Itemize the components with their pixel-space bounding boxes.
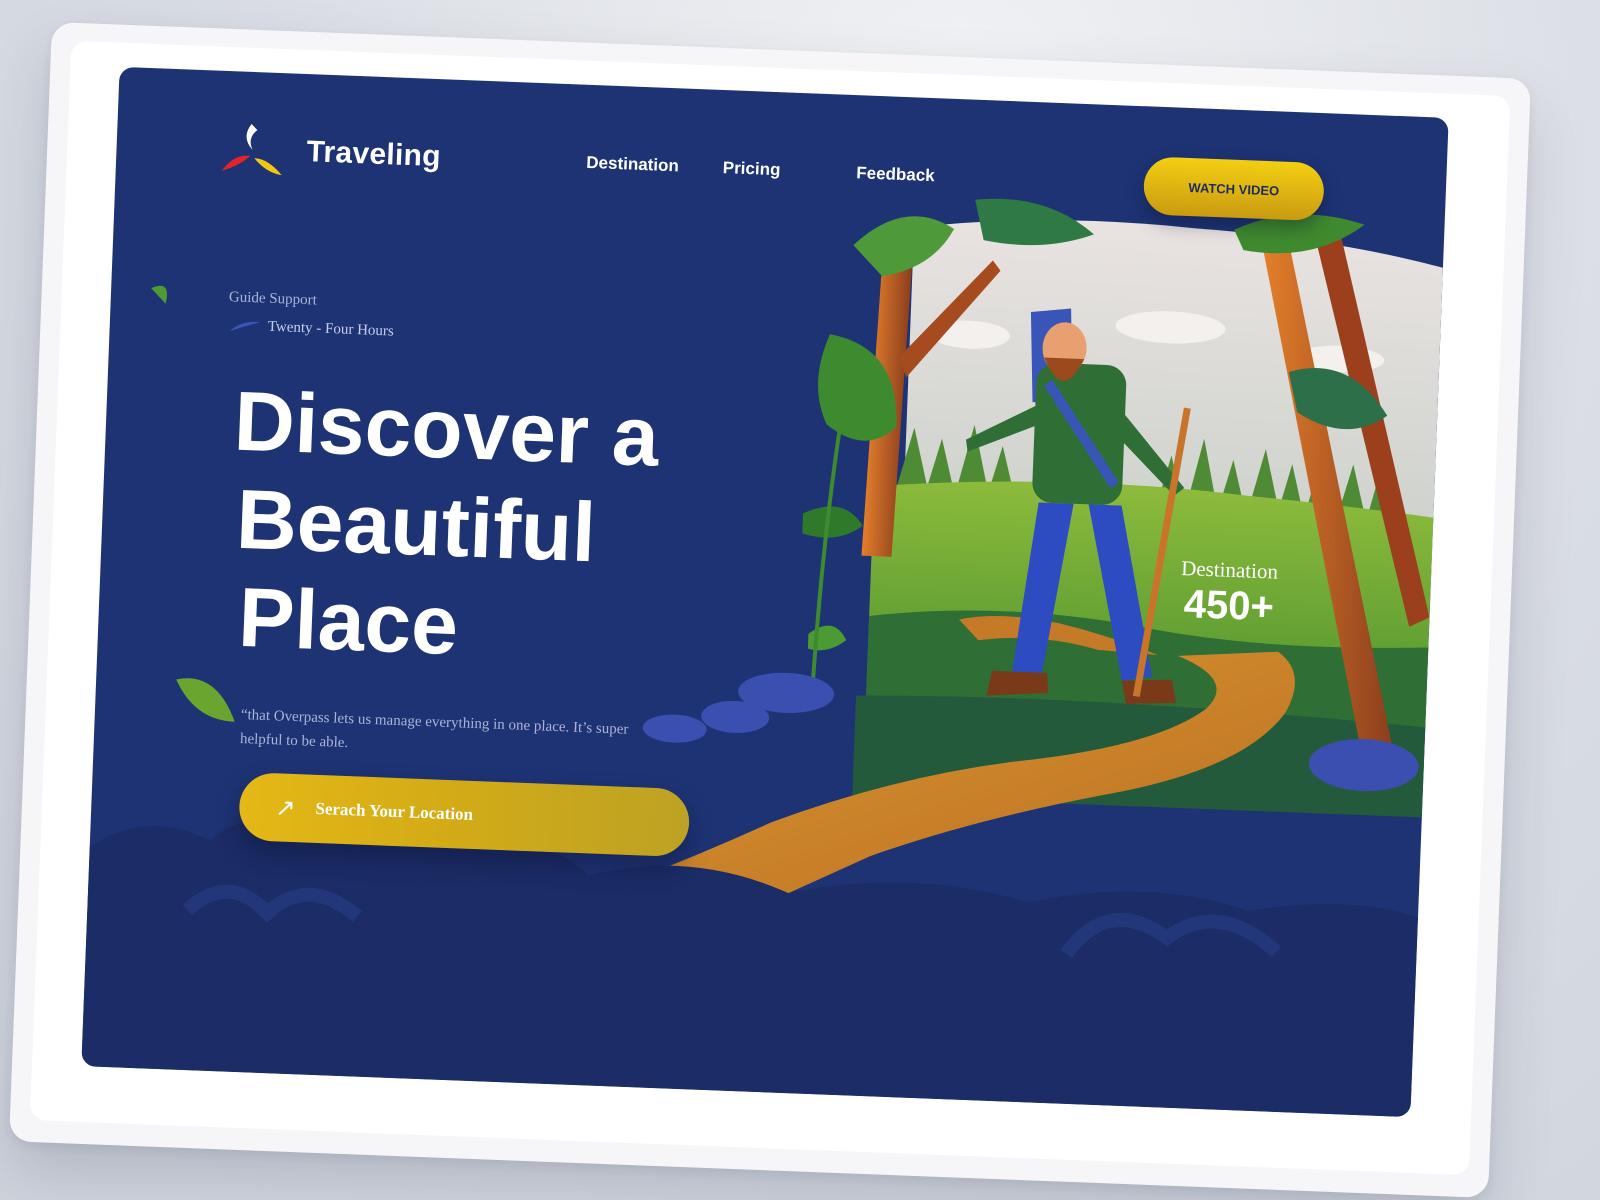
headline-line-2: Beautiful <box>234 471 598 580</box>
feather-icon <box>229 321 260 331</box>
nav-pricing[interactable]: Pricing <box>722 158 780 180</box>
guide-support-label: Guide Support <box>228 289 318 309</box>
leaf-decoration <box>176 678 235 722</box>
brand[interactable]: Traveling <box>215 119 442 188</box>
nav-destination[interactable]: Destination <box>586 153 679 177</box>
nav-feedback[interactable]: Feedback <box>856 163 935 186</box>
headline-line-3: Place <box>236 569 460 673</box>
headline-line-1: Discover a <box>232 373 661 484</box>
flame-leaf-logo-icon <box>221 123 282 176</box>
arrow-up-right-icon: ↗ <box>274 793 297 823</box>
leaf-decoration <box>151 285 167 304</box>
watch-video-button[interactable]: WATCH VIDEO <box>1142 156 1325 222</box>
destination-stat-title: Destination <box>1180 555 1279 584</box>
brand-name: Traveling <box>305 135 442 174</box>
search-location-label: Serach Your Location <box>315 798 474 824</box>
landing-page: Traveling Destination Pricing Feedback W… <box>81 66 1449 1118</box>
hero-headline: Discover a Beautiful Place <box>225 372 716 684</box>
destination-stat-value: 450+ <box>1183 582 1275 630</box>
